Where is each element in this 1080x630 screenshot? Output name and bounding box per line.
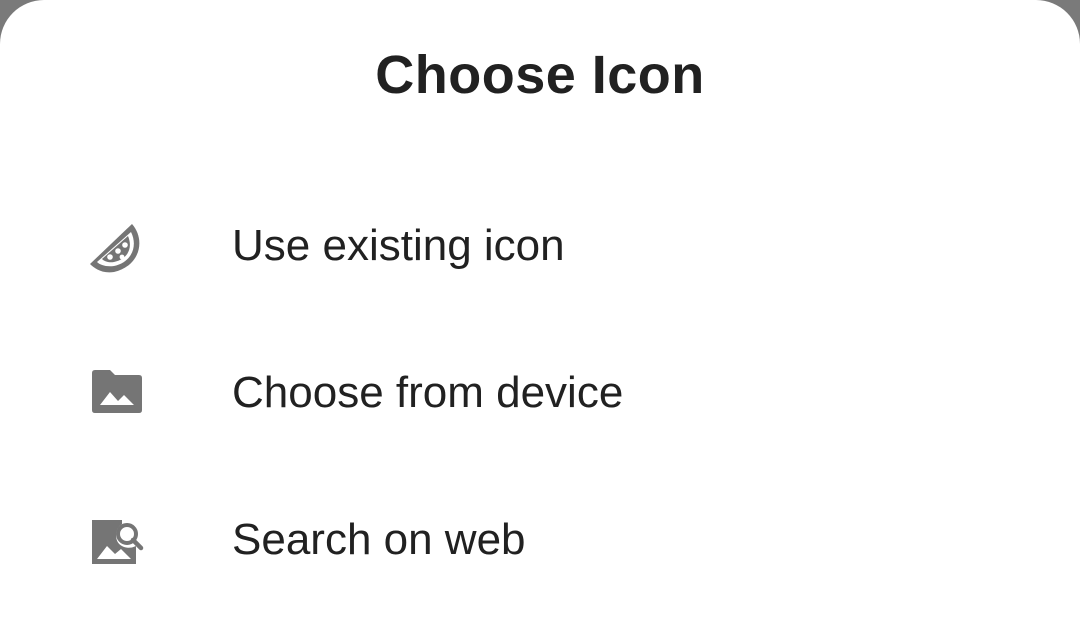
watermelon-icon	[88, 218, 144, 274]
option-label: Search on web	[232, 515, 526, 564]
option-choose-from-device[interactable]: Choose from device	[0, 320, 1080, 460]
image-search-icon	[88, 512, 144, 568]
dialog-title: Choose Icon	[375, 45, 705, 105]
option-use-existing-icon[interactable]: Use existing icon	[0, 173, 1080, 313]
image-folder-icon	[88, 365, 144, 421]
choose-icon-sheet: Choose Icon Use existing icon Choose fro…	[0, 0, 1080, 630]
option-label: Use existing icon	[232, 221, 565, 270]
option-label: Choose from device	[232, 368, 624, 417]
option-search-on-web[interactable]: Search on web	[0, 467, 1080, 607]
